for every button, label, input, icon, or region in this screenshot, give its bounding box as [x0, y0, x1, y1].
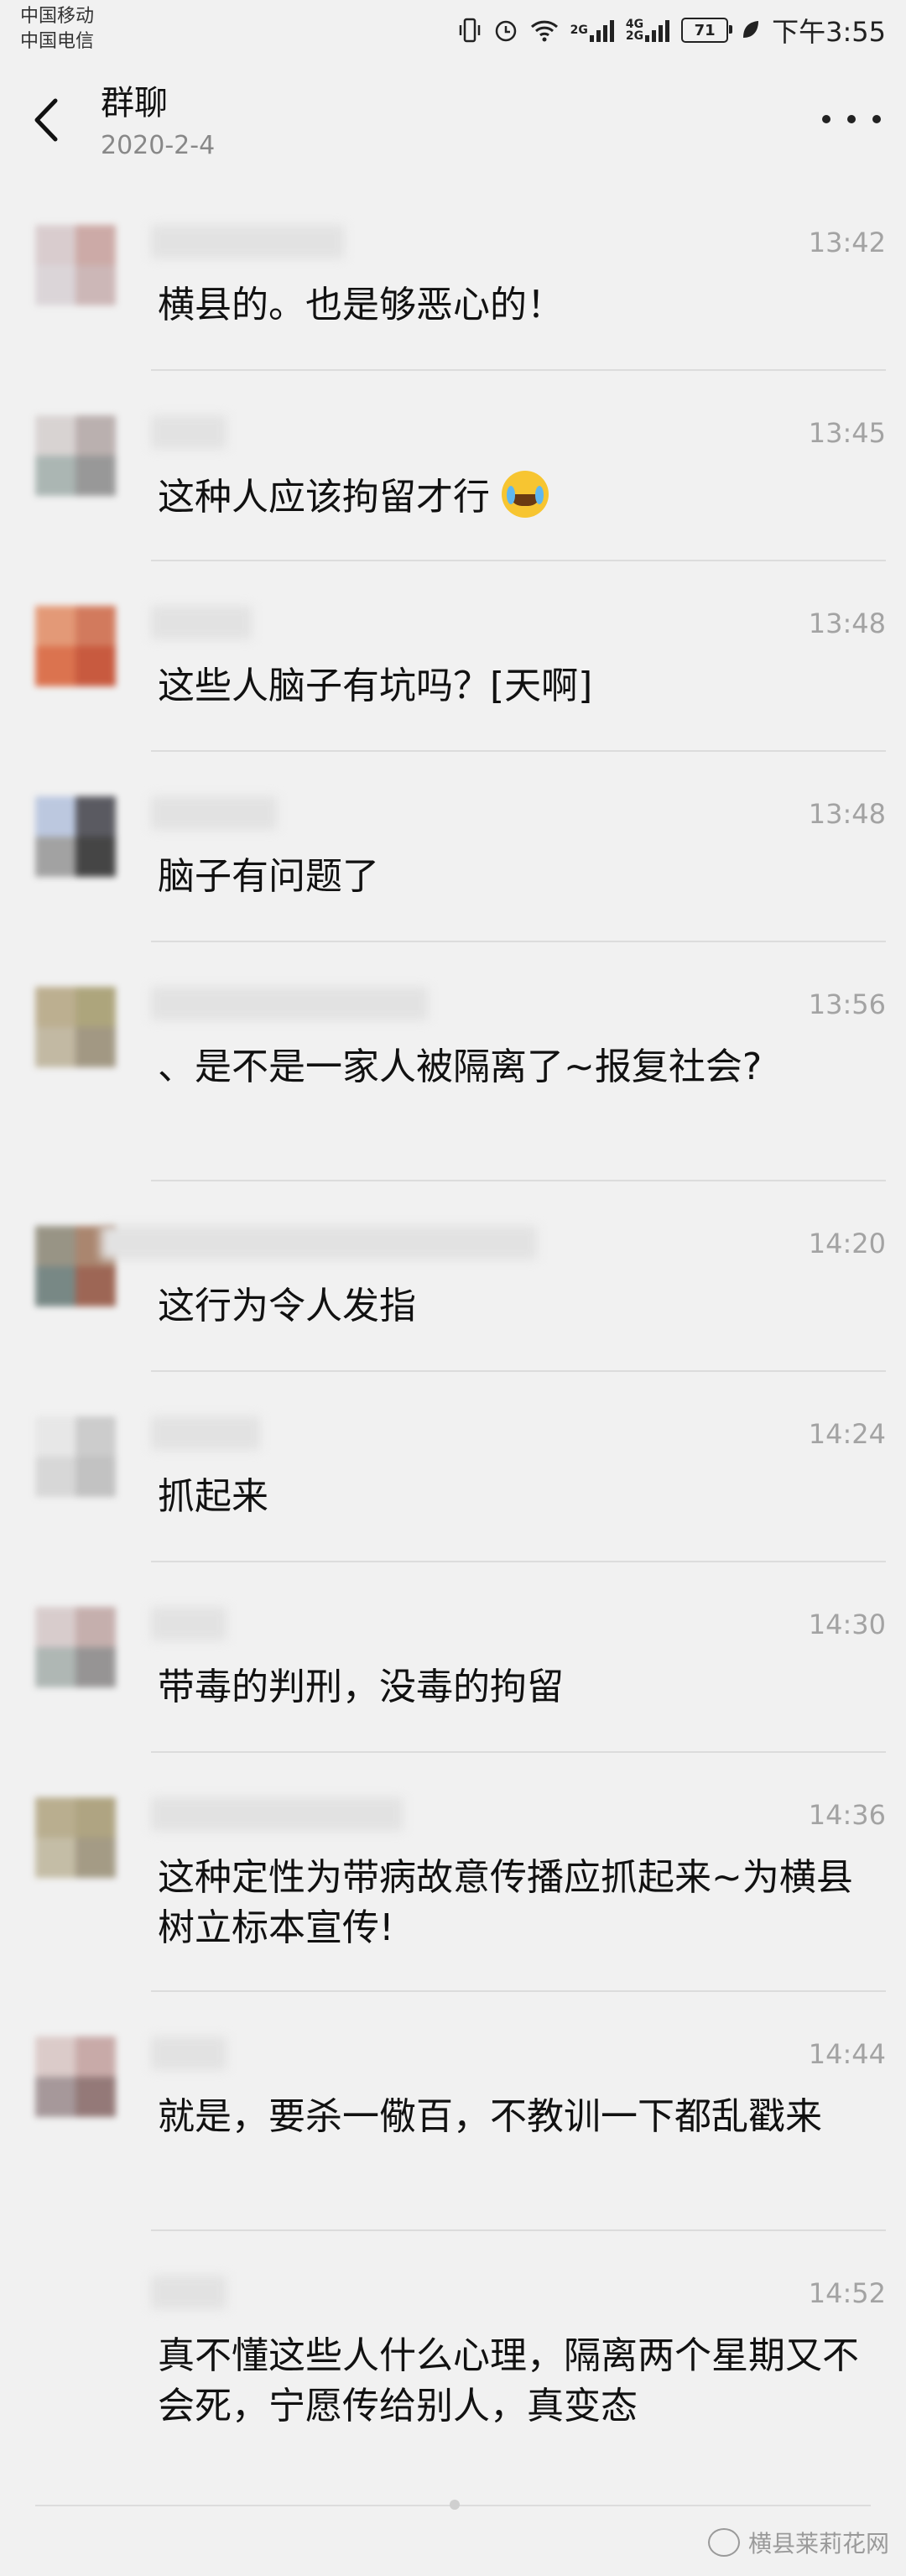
- message-item[interactable]: 14:52 真不懂这些人什么心理，隔离两个星期又不会死，宁愿传给别人，真变态: [0, 2276, 906, 2477]
- message-time: 13:56: [808, 988, 886, 1020]
- message-text: 、是不是一家人被隔离了~报复社会?: [158, 1046, 763, 1088]
- signal-2-icon: 4G 2G: [625, 18, 670, 43]
- divider: [151, 941, 886, 942]
- message-item[interactable]: 13:48 这些人脑子有坑吗？[天啊]: [0, 606, 906, 740]
- message-text: 这行为令人发指: [158, 1285, 416, 1327]
- message-time: 14:52: [808, 2277, 886, 2309]
- divider: [151, 1370, 886, 1372]
- avatar[interactable]: [35, 415, 116, 496]
- chat-header: 群聊 2020-2-4: [0, 60, 906, 178]
- sender-name-redacted: [151, 796, 277, 830]
- avatar[interactable]: [35, 1797, 116, 1878]
- message-text: 脑子有问题了: [158, 855, 379, 898]
- watermark: 横县莱莉花网: [707, 2526, 889, 2559]
- page-subtitle-date: 2020-2-4: [101, 131, 216, 160]
- laugh-cry-emoji-icon: [502, 471, 549, 518]
- battery-icon: 71: [681, 18, 733, 43]
- message-item[interactable]: 14:30 带毒的判刑，没毒的拘留: [0, 1607, 906, 1741]
- message-text: 就是，要杀一儆百，不教训一下都乱戳来: [158, 2095, 822, 2138]
- sender-name-redacted: [151, 2276, 226, 2309]
- sender-name-redacted: [151, 415, 226, 449]
- more-options-icon[interactable]: [822, 102, 881, 136]
- sender-name-redacted: [151, 1416, 260, 1450]
- message-text: 这种人应该拘留才行: [158, 471, 871, 523]
- watermark-logo-icon: [707, 2528, 740, 2557]
- divider: [151, 1561, 886, 1562]
- avatar[interactable]: [35, 225, 116, 305]
- avatar[interactable]: [35, 987, 116, 1067]
- sender-name-redacted: [151, 987, 428, 1020]
- watermark-text: 横县莱莉花网: [747, 2530, 889, 2558]
- message-time: 14:24: [808, 1418, 886, 1450]
- divider: [151, 750, 886, 752]
- avatar[interactable]: [35, 1416, 116, 1497]
- sender-name-redacted: [151, 1797, 403, 1831]
- message-item[interactable]: 14:24 抓起来: [0, 1416, 906, 1551]
- message-time: 13:48: [808, 607, 886, 639]
- sender-name-redacted: [101, 1226, 537, 1259]
- divider: [151, 1180, 886, 1181]
- sender-name-redacted: [151, 225, 344, 258]
- message-text: 真不懂这些人什么心理，隔离两个星期又不会死，宁愿传给别人，真变态: [158, 2334, 859, 2427]
- message-item[interactable]: 14:44 就是，要杀一儆百，不教训一下都乱戳来: [0, 2036, 906, 2221]
- network-type-1: 2G: [570, 23, 588, 37]
- wifi-icon: [530, 18, 559, 42]
- message-time: 14:20: [808, 1228, 886, 1259]
- page-title: 群聊: [101, 84, 168, 123]
- message-time: 14:44: [808, 2038, 886, 2070]
- status-icons: 2G 4G 2G 71 下午3:55: [458, 10, 886, 50]
- avatar[interactable]: [35, 2036, 116, 2117]
- vibrate-icon: [458, 18, 482, 43]
- avatar[interactable]: [35, 1607, 116, 1687]
- signal-1-icon: 2G: [570, 18, 614, 42]
- message-text: 这些人脑子有坑吗？[天啊]: [158, 665, 593, 707]
- message-text: 这种定性为带病故意传播应抓起来~为横县树立标本宣传!: [158, 1856, 853, 1949]
- divider: [151, 1990, 886, 1992]
- message-item[interactable]: 13:45 这种人应该拘留才行: [0, 415, 906, 550]
- battery-level: 71: [694, 21, 716, 39]
- message-text: 抓起来: [158, 1475, 268, 1518]
- message-text: 横县的。也是够恶心的！: [158, 284, 564, 326]
- message-item[interactable]: 14:36 这种定性为带病故意传播应抓起来~为横县树立标本宣传!: [0, 1797, 906, 1982]
- avatar[interactable]: [35, 606, 116, 686]
- carrier-1: 中国移动: [20, 6, 95, 27]
- divider: [151, 1751, 886, 1753]
- clock: 下午3:55: [772, 16, 886, 48]
- message-time: 13:45: [808, 417, 886, 449]
- divider: [151, 2229, 886, 2231]
- bottom-dot: [450, 2500, 460, 2510]
- sender-name-redacted: [151, 606, 252, 639]
- message-time: 14:30: [808, 1609, 886, 1640]
- alarm-icon: [493, 18, 518, 43]
- message-time: 13:42: [808, 227, 886, 258]
- divider: [151, 369, 886, 371]
- message-item[interactable]: 13:48 脑子有问题了: [0, 796, 906, 931]
- message-text-content: 这种人应该拘留才行: [158, 476, 490, 519]
- message-time: 14:36: [808, 1799, 886, 1831]
- status-bar: 中国移动 中国电信 2G 4G 2G 71 下午3:55: [0, 0, 906, 60]
- divider: [151, 560, 886, 561]
- message-item[interactable]: 13:56 、是不是一家人被隔离了~报复社会?: [0, 987, 906, 1171]
- leaf-icon: [740, 19, 760, 41]
- sender-name-redacted: [151, 2036, 226, 2070]
- sender-name-redacted: [151, 1607, 226, 1640]
- message-text: 带毒的判刑，没毒的拘留: [158, 1666, 564, 1708]
- message-item[interactable]: 13:42 横县的。也是够恶心的！: [0, 225, 906, 359]
- message-time: 13:48: [808, 798, 886, 830]
- message-item[interactable]: 14:20 这行为令人发指: [0, 1226, 906, 1360]
- network-type-2a: 4G: [625, 18, 644, 31]
- network-type-2b: 2G: [625, 29, 644, 43]
- back-arrow-icon[interactable]: [25, 91, 67, 149]
- avatar[interactable]: [35, 796, 116, 877]
- carrier-2: 中国电信: [20, 31, 95, 52]
